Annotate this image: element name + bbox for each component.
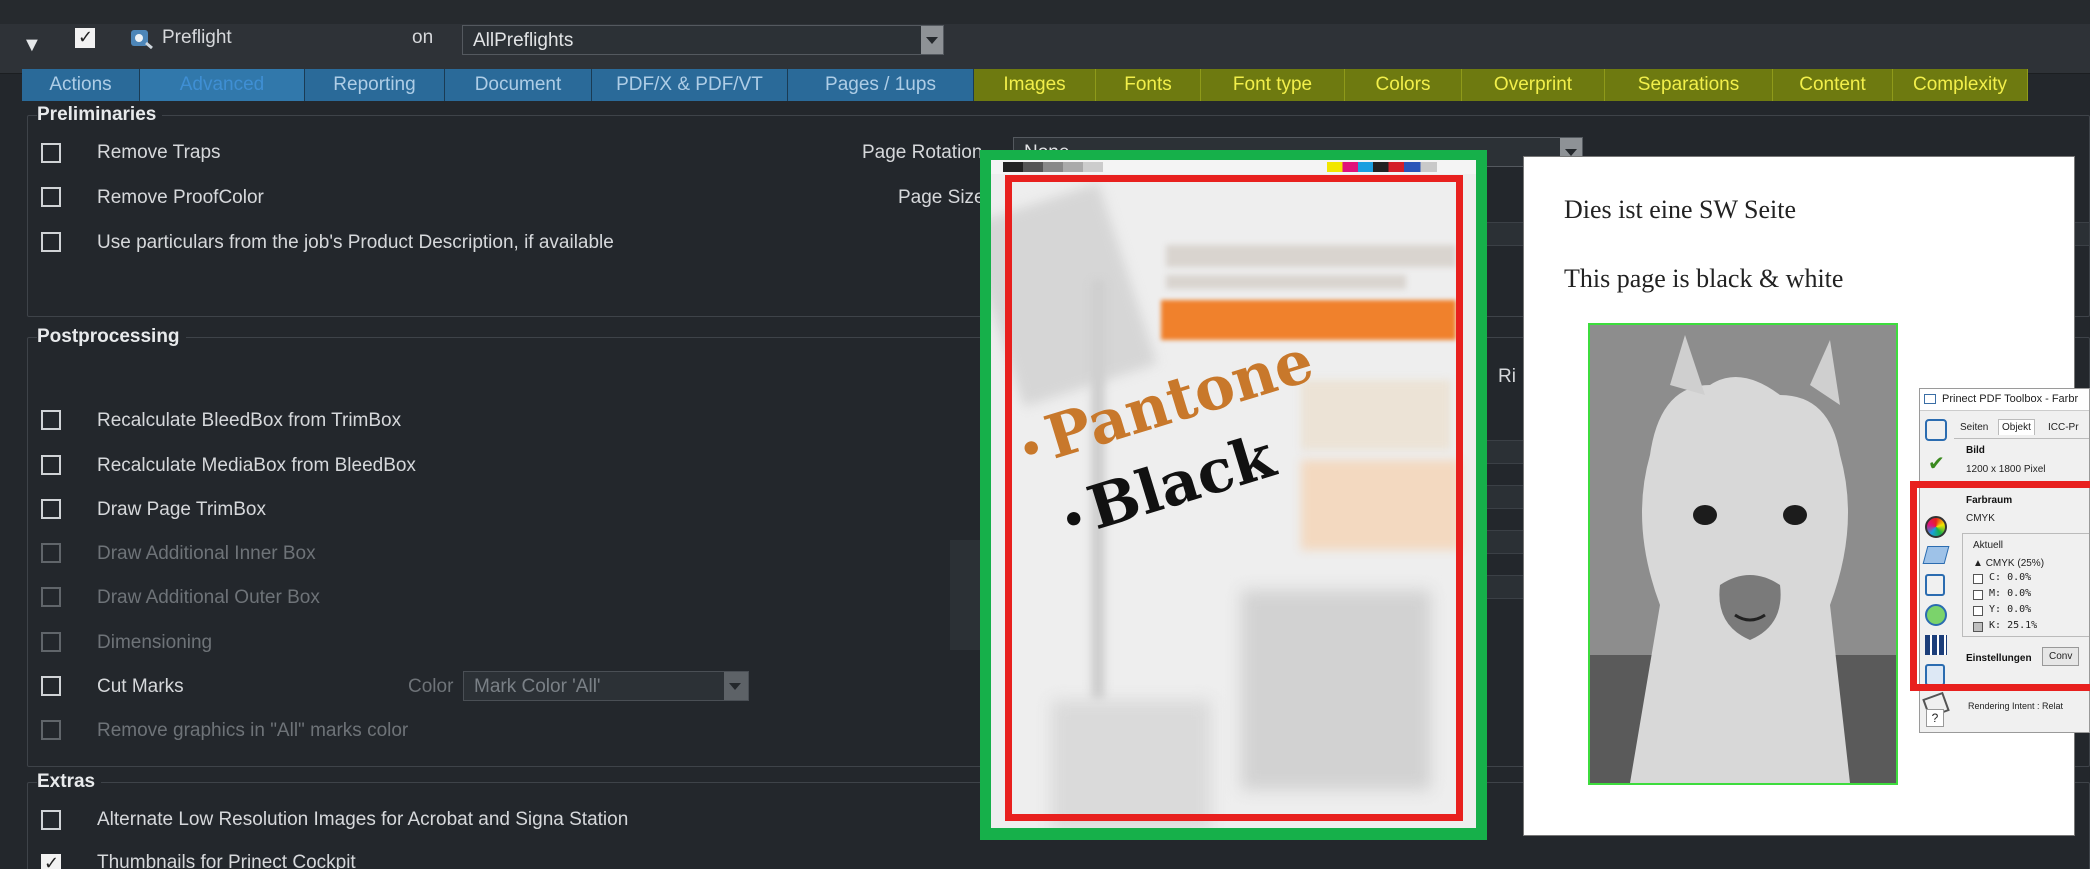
tab-separations[interactable]: Separations [1605,69,1773,101]
on-label: on [412,27,434,48]
recalc-bleedbox-checkbox[interactable] [41,410,61,430]
preliminaries-title: Preliminaries [37,104,163,126]
toolbox-tabs: Seiten Objekt ICC-Pr [1954,417,2089,439]
title-bar-strip [0,0,2090,24]
page-preview-frame: • Pantone • Black [980,150,1487,840]
tab-pages-1ups[interactable]: Pages / 1ups [788,69,974,101]
cut-marks-checkbox[interactable] [41,676,61,696]
rendering-intent: Rendering Intent : Relat [1968,701,2064,711]
recalc-bleedbox-label: Recalculate BleedBox from TrimBox [97,410,402,431]
cut-marks-color-label: Color [408,676,454,697]
profile-select-value: AllPreflights [473,30,574,51]
tab-overprint[interactable]: Overprint [1462,69,1605,101]
hidden-panel-edge [950,540,984,650]
preflight-enabled-checkbox[interactable] [75,27,95,48]
extras-title: Extras [37,771,102,793]
tab-actions[interactable]: Actions [22,69,140,101]
draw-trimbox-label: Draw Page TrimBox [97,499,266,520]
remove-traps-label: Remove Traps [97,142,221,163]
draw-outer-box-checkbox[interactable] [41,587,61,607]
expand-triangle-icon[interactable]: ▼ [22,34,42,57]
tab-objekt[interactable]: Objekt [1998,419,2035,435]
toolbox-title: Prinect PDF Toolbox - Farbr [1942,393,2079,405]
draw-inner-box-checkbox[interactable] [41,543,61,563]
recalc-mediabox-checkbox[interactable] [41,455,61,475]
draw-trimbox-checkbox[interactable] [41,499,61,519]
pixel-size: 1200 x 1800 Pixel [1966,464,2046,475]
profile-select[interactable]: AllPreflights [462,25,944,55]
tool-check-icon[interactable]: ✔ [1928,451,1945,475]
tab-content[interactable]: Content [1773,69,1893,101]
page-rotation-label: Page Rotation [862,142,983,163]
tab-complexity[interactable]: Complexity [1893,69,2028,101]
preflight-header: ▼ Preflight on AllPreflights [0,24,2090,74]
dimensioning-checkbox[interactable] [41,632,61,652]
product-description-label: Use particulars from the job's Product D… [97,232,614,253]
preflight-gear-icon [128,27,154,50]
window-icon [1924,394,1936,404]
chevron-down-icon[interactable] [724,672,748,700]
tab-icc-pr[interactable]: ICC-Pr [2048,422,2079,433]
draw-inner-box-label: Draw Additional Inner Box [97,543,316,564]
color-bar-strip [991,160,1476,174]
remove-proofcolor-checkbox[interactable] [41,187,61,207]
cut-marks-label: Cut Marks [97,676,184,697]
tab-document[interactable]: Document [445,69,592,101]
product-description-checkbox[interactable] [41,232,61,252]
postprocessing-title: Postprocessing [37,326,186,348]
page-size-label: Page Size [898,187,985,208]
color-highlight-frame [1910,481,2090,691]
tab-pdfx-pdfvt[interactable]: PDF/X & PDF/VT [592,69,788,101]
remove-all-marks-label: Remove graphics in "All" marks color [97,720,409,741]
bw-page-line-2: This page is black & white [1564,264,1844,293]
bw-page-line-1: Dies ist eine SW Seite [1564,195,1797,224]
thumbnails-label: Thumbnails for Prinect Cockpit [97,852,356,869]
low-res-images-checkbox[interactable] [41,810,61,830]
thumbnails-checkbox[interactable] [41,853,61,869]
remove-traps-checkbox[interactable] [41,143,61,163]
recalc-mediabox-label: Recalculate MediaBox from BleedBox [97,455,416,476]
dimensioning-label: Dimensioning [97,632,213,653]
partial-right-label: Ri [1498,366,1516,387]
tool-objects-icon[interactable] [1925,419,1947,441]
tab-colors[interactable]: Colors [1345,69,1462,101]
bild-label: Bild [1966,445,1985,456]
tab-images[interactable]: Images [974,69,1096,101]
low-res-images-label: Alternate Low Resolution Images for Acro… [97,809,629,830]
preflight-title: Preflight [162,27,232,48]
help-icon[interactable]: ? [1926,709,1944,727]
chevron-down-icon[interactable] [921,26,943,54]
toolbox-titlebar: Prinect PDF Toolbox - Farbr [1920,389,2089,411]
tab-font-type[interactable]: Font type [1201,69,1345,101]
draw-outer-box-label: Draw Additional Outer Box [97,587,320,608]
tab-fonts[interactable]: Fonts [1096,69,1201,101]
cut-marks-color-select[interactable]: Mark Color 'All' [463,671,749,701]
tab-seiten[interactable]: Seiten [1960,422,1988,433]
cut-marks-color-value: Mark Color 'All' [474,676,601,697]
remove-all-marks-checkbox[interactable] [41,720,61,740]
tab-advanced[interactable]: Advanced [140,69,305,101]
remove-proofcolor-label: Remove ProofColor [97,187,264,208]
alpaca-image [1588,323,1898,785]
tab-reporting[interactable]: Reporting [305,69,445,101]
